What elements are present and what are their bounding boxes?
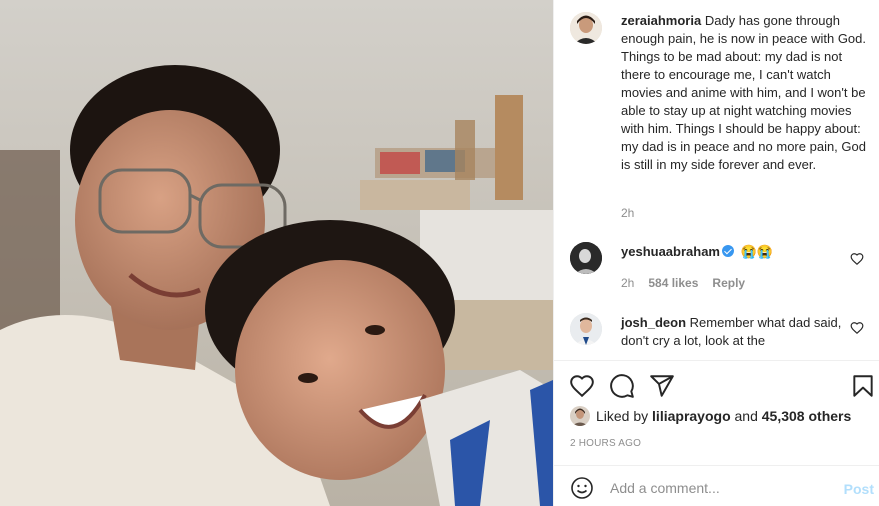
likes-others-count[interactable]: 45,308 others — [762, 408, 852, 424]
comment-text: 😭😭 — [740, 244, 773, 259]
post-photo[interactable] — [0, 0, 553, 506]
add-comment-bar: Post — [554, 465, 879, 506]
commenter-avatar[interactable] — [570, 242, 602, 274]
post-timestamp[interactable]: 2 HOURS AGO — [570, 438, 641, 449]
comment-meta: 2h 584 likes Reply — [621, 276, 759, 290]
likes-conjunction: and — [734, 408, 758, 424]
bookmark-icon[interactable] — [850, 373, 876, 399]
caption-text: Dady has gone through enough pain, he is… — [621, 13, 867, 172]
caption: zeraiahmoria Dady has gone through enoug… — [621, 12, 866, 174]
reply-button[interactable]: Reply — [712, 276, 745, 290]
comment-like-heart-icon[interactable] — [850, 252, 864, 266]
paper-plane-icon[interactable] — [649, 373, 675, 399]
action-bar — [554, 360, 879, 398]
smiley-icon[interactable] — [570, 476, 594, 500]
comment-username[interactable]: yeshuaabraham — [621, 244, 720, 259]
comments-scroll-area[interactable]: zeraiahmoria Dady has gone through enoug… — [554, 0, 879, 360]
liker-username[interactable]: liliaprayogo — [652, 408, 731, 424]
verified-badge-icon — [722, 245, 734, 257]
caption-timestamp[interactable]: 2h — [621, 206, 634, 220]
heart-icon[interactable] — [569, 373, 595, 399]
author-avatar[interactable] — [570, 12, 602, 44]
post-comment-button[interactable]: Post — [844, 481, 874, 497]
comment-yeshuaabraham: yeshuaabraham 😭😭 — [621, 243, 851, 261]
comment-time[interactable]: 2h — [621, 276, 634, 290]
likes-prefix: Liked by — [596, 408, 649, 424]
post-sidebar: zeraiahmoria Dady has gone through enoug… — [553, 0, 879, 506]
likes-summary: Liked by liliaprayogo and 45,308 others — [570, 406, 851, 426]
add-comment-input[interactable] — [610, 476, 830, 500]
liker-avatar[interactable] — [570, 406, 590, 426]
comment-icon[interactable] — [609, 373, 635, 399]
comment-josh-deon: josh_deon Remember what dad said, don't … — [621, 314, 851, 350]
comment-like-heart-icon[interactable] — [850, 321, 864, 335]
commenter-avatar[interactable] — [570, 313, 602, 345]
caption-username[interactable]: zeraiahmoria — [621, 13, 701, 28]
comment-likes[interactable]: 584 likes — [648, 276, 698, 290]
comment-username[interactable]: josh_deon — [621, 315, 686, 330]
